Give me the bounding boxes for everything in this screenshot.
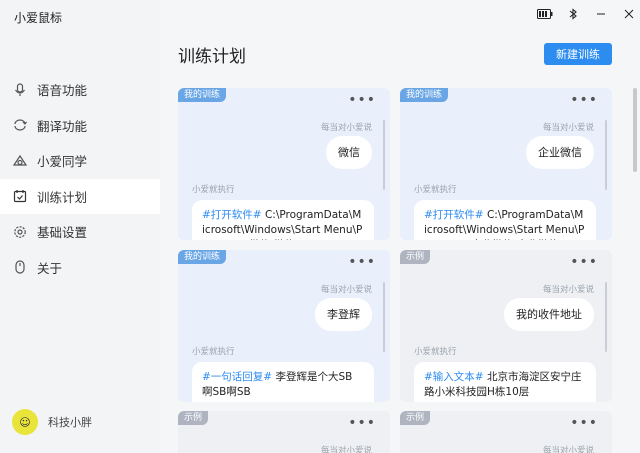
action-keyword: #输入文本# — [424, 371, 484, 383]
training-card[interactable]: 示例 ••• 每当对小爱说 我的收件地址 小爱就执行 #输入文本# 北京市海淀区… — [400, 250, 612, 402]
more-options-icon[interactable]: ••• — [570, 92, 598, 108]
sidebar-item-xiaoai[interactable]: 小爱同学 — [0, 143, 160, 179]
card-tag: 示例 — [178, 411, 209, 425]
sidebar-item-training[interactable]: 训练计划 — [0, 178, 160, 214]
action-keyword: #一句话回复# — [202, 371, 273, 383]
training-card[interactable]: 示例 ••• 每当对小爱说 — [400, 411, 612, 453]
bluetooth-icon — [562, 6, 584, 22]
trigger-phrase: 李登辉 — [315, 298, 372, 331]
main-content: 训练计划 新建训练 我的训练 ••• 每当对小爱说 微信 小爱就执行 #打开软件… — [160, 0, 640, 453]
sidebar-item-label: 训练计划 — [37, 189, 88, 205]
mouse-icon — [12, 259, 28, 275]
sidebar-item-label: 语音功能 — [37, 83, 88, 99]
sidebar-item-label: 小爱同学 — [37, 154, 88, 170]
card-scrollbar[interactable] — [605, 282, 607, 352]
action-label: 小爱就执行 — [414, 185, 457, 195]
window-controls — [528, 6, 640, 22]
trigger-label: 每当对小爱说 — [542, 285, 594, 295]
sidebar-item-label: 翻译功能 — [37, 118, 88, 134]
more-options-icon[interactable]: ••• — [570, 254, 598, 270]
training-card[interactable]: 我的训练 ••• 每当对小爱说 企业微信 小爱就执行 #打开软件# C:\Pro… — [400, 88, 612, 240]
minimize-icon[interactable] — [590, 6, 612, 22]
card-tag: 我的训练 — [178, 250, 227, 264]
card-scrollbar[interactable] — [383, 282, 385, 352]
action-label: 小爱就执行 — [192, 185, 235, 195]
trigger-label: 每当对小爱说 — [320, 123, 372, 133]
trigger-phrase: 微信 — [326, 136, 372, 169]
training-card[interactable]: 我的训练 ••• 每当对小爱说 李登辉 小爱就执行 #一句话回复# 李登辉是个大… — [178, 250, 390, 402]
xiaoai-icon — [12, 153, 28, 169]
sidebar-item-voice[interactable]: 语音功能 — [0, 72, 160, 108]
avatar: ☺ — [12, 409, 38, 435]
calendar-icon — [12, 188, 28, 204]
sidebar-nav: 语音功能 翻译功能 小爱同学 训练计划 基础设置 关于 — [0, 72, 160, 285]
trigger-label: 每当对小爱说 — [320, 285, 372, 295]
page-title: 训练计划 — [178, 47, 246, 67]
trigger-label: 每当对小爱说 — [320, 446, 372, 453]
microphone-icon — [12, 82, 28, 98]
action-content: #打开软件# C:\ProgramData\Microsoft\Windows\… — [192, 200, 374, 240]
trigger-label: 每当对小爱说 — [542, 446, 594, 453]
training-card[interactable]: 我的训练 ••• 每当对小爱说 微信 小爱就执行 #打开软件# C:\Progr… — [178, 88, 390, 240]
sidebar: 小爱鼠标 语音功能 翻译功能 小爱同学 训练计划 基础设置 关于 ☺ 科技小胖 — [0, 0, 160, 453]
scrollbar-thumb[interactable] — [633, 88, 637, 172]
card-tag: 我的训练 — [178, 88, 227, 102]
more-options-icon[interactable]: ••• — [348, 415, 376, 431]
more-options-icon[interactable]: ••• — [570, 415, 598, 431]
battery-icon — [534, 6, 556, 22]
card-tag: 我的训练 — [400, 88, 449, 102]
app-title: 小爱鼠标 — [14, 11, 63, 25]
action-keyword: #打开软件# — [424, 209, 484, 221]
user-name: 科技小胖 — [48, 416, 92, 429]
action-content: #打开软件# C:\ProgramData\Microsoft\Windows\… — [414, 200, 596, 240]
new-training-button[interactable]: 新建训练 — [544, 43, 612, 65]
action-keyword: #打开软件# — [202, 209, 262, 221]
more-options-icon[interactable]: ••• — [348, 254, 376, 270]
card-tag: 示例 — [400, 250, 431, 264]
card-scrollbar[interactable] — [605, 120, 607, 190]
card-scrollbar[interactable] — [383, 120, 385, 190]
gear-icon — [12, 224, 28, 240]
action-label: 小爱就执行 — [192, 347, 235, 357]
more-options-icon[interactable]: ••• — [348, 92, 376, 108]
trigger-label: 每当对小爱说 — [542, 123, 594, 133]
training-card[interactable]: 示例 ••• 每当对小爱说 — [178, 411, 390, 453]
action-content: #输入文本# 北京市海淀区安宁庄路小米科技园H栋10层 — [414, 362, 596, 402]
action-content: #一句话回复# 李登辉是个大SB 啊SB啊SB — [192, 362, 374, 402]
sidebar-item-translate[interactable]: 翻译功能 — [0, 108, 160, 144]
trigger-phrase: 企业微信 — [526, 136, 594, 169]
trigger-phrase: 我的收件地址 — [504, 298, 594, 331]
sidebar-item-settings[interactable]: 基础设置 — [0, 214, 160, 250]
sidebar-item-label: 基础设置 — [37, 225, 88, 241]
main-scrollbar[interactable] — [633, 88, 637, 418]
refresh-icon — [12, 117, 28, 133]
close-icon[interactable] — [618, 6, 640, 22]
card-tag: 示例 — [400, 411, 431, 425]
sidebar-item-label: 关于 — [37, 260, 63, 276]
sidebar-item-about[interactable]: 关于 — [0, 250, 160, 286]
user-profile[interactable]: ☺ 科技小胖 — [12, 409, 92, 435]
action-label: 小爱就执行 — [414, 347, 457, 357]
